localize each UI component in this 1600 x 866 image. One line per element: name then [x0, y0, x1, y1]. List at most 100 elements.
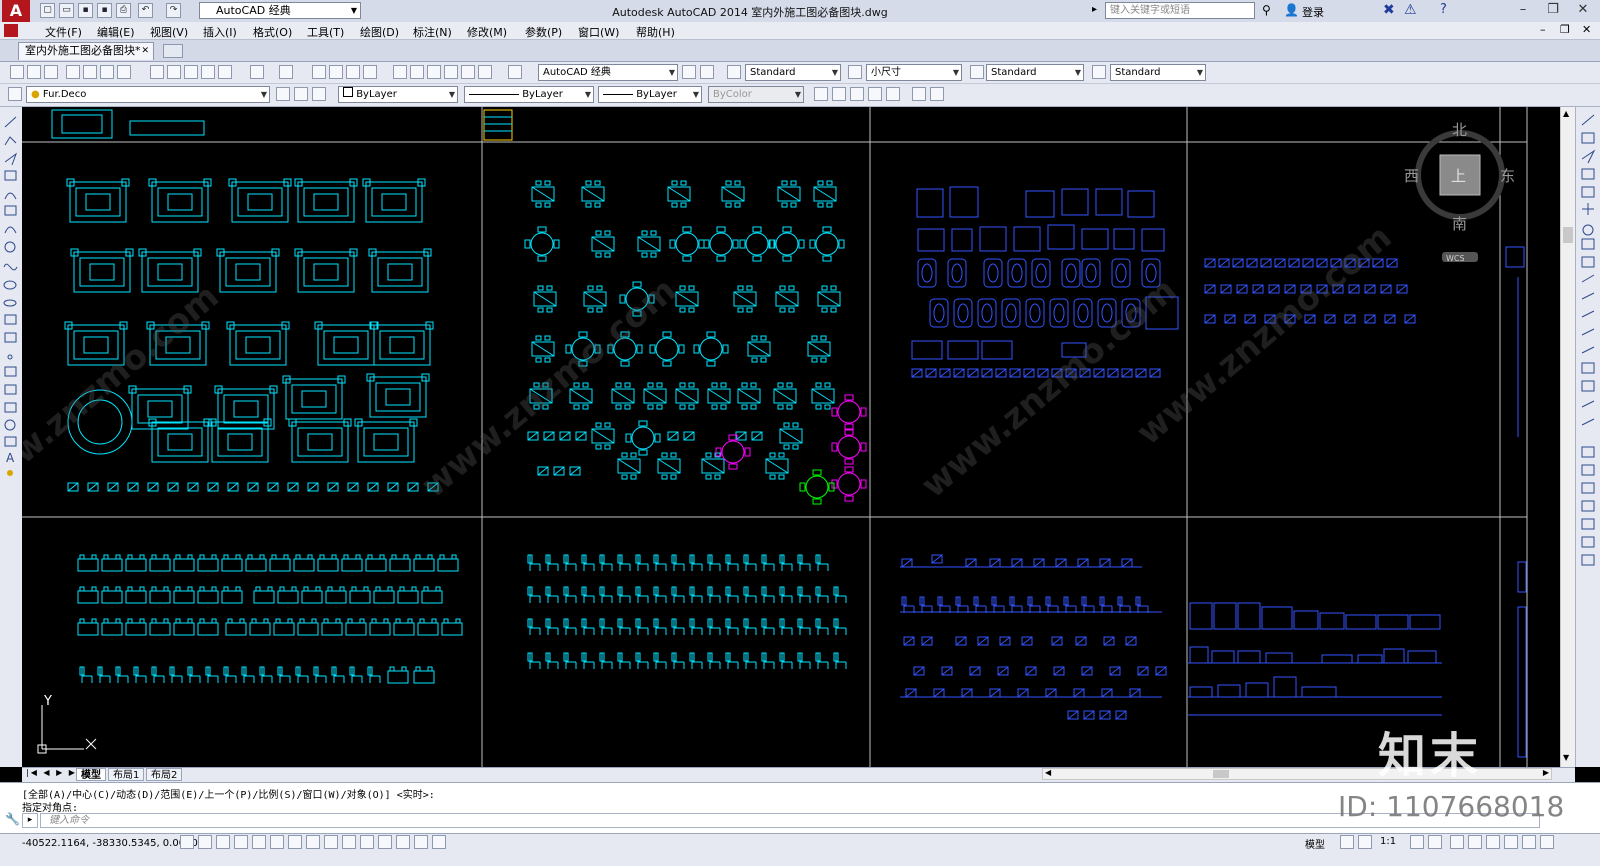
search-input[interactable]: 键入关键字或短语	[1105, 2, 1255, 19]
quick-view-layouts-icon[interactable]	[1340, 835, 1354, 849]
lineweight-dropdown[interactable]: ByLayer ▼	[598, 86, 702, 103]
insert-block-icon[interactable]	[912, 87, 926, 101]
application-menu-button[interactable]: A	[2, 0, 30, 22]
color-dropdown[interactable]: ByLayer ▼	[338, 86, 458, 103]
3d-object-snap-icon[interactable]	[288, 835, 302, 849]
doc-minimize-icon[interactable]: –	[1540, 23, 1546, 36]
block-editor-icon[interactable]	[218, 65, 232, 79]
workspace-select[interactable]: AutoCAD 经典 ▼	[199, 2, 361, 19]
hardware-acceleration-icon[interactable]	[1486, 835, 1500, 849]
transparency-icon[interactable]	[378, 835, 392, 849]
autodesk-360-icon[interactable]: ⚠	[1404, 2, 1417, 18]
hscroll-thumb[interactable]	[1213, 770, 1229, 778]
clean-screen-icon[interactable]	[1540, 835, 1554, 849]
ortho-mode-icon[interactable]	[234, 835, 248, 849]
menu-modify[interactable]: 修改(M)	[467, 24, 507, 40]
cad-drawing[interactable]: Y 北 南 东 西 上 WCS www.znzmo.com www.znzmo.…	[22, 107, 1560, 767]
coordinate-readout[interactable]: -40522.1164, -38330.5345, 0.0000	[22, 838, 198, 849]
table-style-icon[interactable]	[970, 65, 984, 79]
scroll-right-icon[interactable]: ▶	[1543, 768, 1549, 777]
save-as-icon[interactable]: ▪	[97, 3, 112, 18]
drawing-area[interactable]: Y 北 南 东 西 上 WCS www.znzmo.com www.znzmo.…	[22, 107, 1560, 767]
doc-restore-icon[interactable]: ❐	[1560, 23, 1570, 36]
calculator-icon[interactable]	[478, 65, 492, 79]
annotation-visibility-icon[interactable]	[1410, 835, 1424, 849]
publish-icon[interactable]	[100, 65, 114, 79]
file-tab[interactable]: 室内外施工图必备图块* ✕	[18, 42, 154, 60]
orbit-icon[interactable]	[886, 87, 900, 101]
pan-icon[interactable]	[312, 65, 326, 79]
new-file-icon[interactable]: ▢	[40, 3, 55, 18]
command-input[interactable]: 键入命令	[40, 813, 1540, 828]
open-icon[interactable]	[27, 65, 41, 79]
selection-cycling-icon[interactable]	[414, 835, 428, 849]
user-icon[interactable]: 👤	[1284, 3, 1299, 17]
menu-draw[interactable]: 绘图(D)	[360, 24, 399, 40]
menu-tools[interactable]: 工具(T)	[307, 24, 344, 40]
undo-icon[interactable]: ↶	[138, 3, 153, 18]
text-style-icon[interactable]	[727, 65, 741, 79]
isolate-objects-icon[interactable]	[1504, 835, 1518, 849]
mleader-style-dropdown[interactable]: Standard ▼	[1110, 64, 1206, 81]
snap-mode-icon[interactable]	[198, 835, 212, 849]
doc-close-icon[interactable]: ✕	[1582, 23, 1591, 36]
layer-state-icon[interactable]	[312, 87, 326, 101]
scroll-down-icon[interactable]: ▼	[1563, 753, 1569, 762]
help-icon[interactable]	[508, 65, 522, 79]
tab-close-icon[interactable]: ✕	[141, 43, 149, 59]
properties-icon[interactable]	[393, 65, 407, 79]
layer-manager-icon[interactable]	[8, 87, 22, 101]
viewcube[interactable]	[1415, 130, 1505, 262]
tab-layout2[interactable]: 布局2	[146, 768, 183, 781]
menu-edit[interactable]: 编辑(E)	[97, 24, 135, 40]
dim-style-icon[interactable]	[848, 65, 862, 79]
match-prop-icon[interactable]	[201, 65, 215, 79]
dynamic-ucs-icon[interactable]	[324, 835, 338, 849]
exchange-icon[interactable]: ✖	[1383, 2, 1395, 18]
design-center-icon[interactable]	[410, 65, 424, 79]
binoculars-icon[interactable]: ⚲	[1262, 3, 1271, 17]
preview-icon[interactable]	[83, 65, 97, 79]
layer-previous-icon[interactable]	[294, 87, 308, 101]
vertical-scrollbar[interactable]: ▲ ▼	[1560, 107, 1575, 767]
tab-model[interactable]: 模型	[76, 768, 106, 781]
wrench-icon[interactable]: 🔧	[5, 812, 20, 826]
model-space-button[interactable]: 模型	[1305, 836, 1325, 851]
lock-ui-icon[interactable]	[1468, 835, 1482, 849]
menu-format[interactable]: 格式(O)	[253, 24, 292, 40]
save-icon[interactable]	[44, 65, 58, 79]
workspace-switch-icon[interactable]	[1450, 835, 1464, 849]
toolbar-lock-icon[interactable]	[700, 65, 714, 79]
menu-file[interactable]: 文件(F)	[45, 24, 82, 40]
mleader-style-icon[interactable]	[1092, 65, 1106, 79]
viewcube-top-face[interactable]: 上	[1451, 167, 1466, 185]
zoom-window-icon[interactable]	[346, 65, 360, 79]
search-expand-icon[interactable]: ▸	[1092, 4, 1097, 15]
tool-palettes-icon[interactable]	[427, 65, 441, 79]
open-file-icon[interactable]: ▭	[59, 3, 74, 18]
menu-insert[interactable]: 插入(I)	[203, 24, 237, 40]
new-tab-button[interactable]	[163, 44, 183, 58]
object-snap-icon[interactable]	[270, 835, 284, 849]
paste-icon[interactable]	[184, 65, 198, 79]
infer-constraints-icon[interactable]	[180, 835, 194, 849]
cut-icon[interactable]	[150, 65, 164, 79]
redo-icon[interactable]: ↷	[166, 3, 181, 18]
workspace-dropdown[interactable]: AutoCAD 经典 ▼	[538, 64, 678, 81]
menu-window[interactable]: 窗口(W)	[578, 24, 619, 40]
menu-help[interactable]: 帮助(H)	[636, 24, 675, 40]
zoom-previous-icon[interactable]	[363, 65, 377, 79]
command-menu-icon[interactable]: ▸	[22, 813, 38, 828]
menu-dimension[interactable]: 标注(N)	[413, 24, 452, 40]
linetype-dropdown[interactable]: ByLayer ▼	[464, 86, 594, 103]
annotation-scale[interactable]: 1:1	[1380, 836, 1396, 847]
redo-icon[interactable]	[279, 65, 293, 79]
view-left-icon[interactable]	[850, 87, 864, 101]
workspace-settings-icon[interactable]	[682, 65, 696, 79]
polar-tracking-icon[interactable]	[252, 835, 266, 849]
make-block-icon[interactable]	[930, 87, 944, 101]
view-iso-icon[interactable]	[868, 87, 882, 101]
login-link[interactable]: 登录	[1302, 4, 1324, 20]
plot-icon[interactable]	[66, 65, 80, 79]
restore-icon[interactable]: ❐	[1538, 0, 1568, 20]
